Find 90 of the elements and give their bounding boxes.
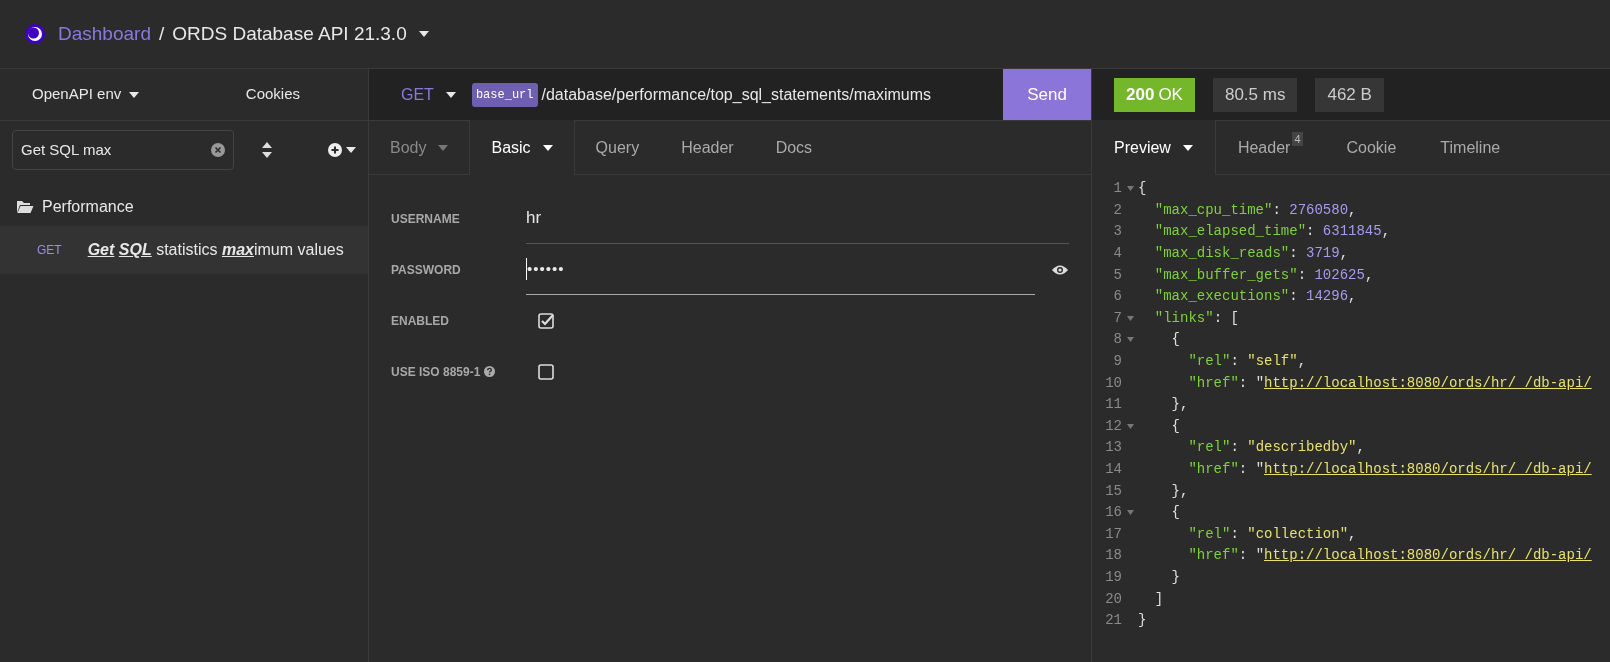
request-tab[interactable]: Docs <box>754 120 834 175</box>
line-number: 6 <box>1112 287 1122 307</box>
line-number: 15 <box>1104 481 1122 501</box>
line-number: 17 <box>1104 524 1122 544</box>
fold-icon[interactable] <box>1126 510 1134 516</box>
caret-icon <box>542 144 553 151</box>
response-tab[interactable]: Timeline <box>1418 120 1523 175</box>
line-number: 5 <box>1112 265 1122 285</box>
time-badge: 80.5 ms <box>1212 77 1298 112</box>
variable-tag[interactable]: base_url <box>471 82 538 107</box>
cookies-button[interactable]: Cookies <box>245 83 300 106</box>
code-line: "href": "http://localhost:8080/ords/hr/_/db-api/ <box>1187 460 1592 479</box>
clear-icon[interactable] <box>211 143 225 157</box>
response-tab[interactable]: Header 4 <box>1215 120 1325 175</box>
url-field[interactable]: /database/performance/top_sql_statements/maximums <box>537 82 1003 107</box>
line-number: 3 <box>1112 222 1122 242</box>
sort-icon[interactable] <box>262 142 272 158</box>
line-number: 11 <box>1104 395 1122 415</box>
checkbox[interactable] <box>538 312 554 329</box>
line-number: 1 <box>1112 179 1122 199</box>
code-line: } <box>1138 611 1147 631</box>
line-number: 8 <box>1112 330 1122 350</box>
eye-icon[interactable] <box>1051 263 1069 276</box>
add-icon[interactable] <box>328 143 342 157</box>
workspace-title[interactable]: ORDS Database API 21.3.0 <box>172 19 407 49</box>
username-field[interactable]: hr <box>526 193 1069 244</box>
line-number: 13 <box>1104 438 1122 458</box>
code-line: { <box>1138 179 1147 199</box>
code-line: "max_disk_reads": 3719, <box>1153 244 1349 264</box>
response-tab[interactable]: Preview <box>1092 120 1216 175</box>
request-tab[interactable]: Basic <box>469 120 575 175</box>
caret-icon <box>445 91 456 98</box>
line-number: 21 <box>1104 611 1122 631</box>
fold-icon[interactable] <box>1126 337 1134 343</box>
code-line: { <box>1170 503 1180 523</box>
code-line: "links": [ <box>1153 308 1239 328</box>
request-item[interactable]: GET Get SQL statistics maximum values <box>0 226 368 274</box>
checkbox[interactable] <box>538 363 554 380</box>
code-line: { <box>1170 416 1180 436</box>
caret-icon <box>418 31 429 37</box>
fold-icon[interactable] <box>1126 315 1134 321</box>
method-dropdown[interactable]: GET <box>369 82 472 107</box>
status-badge: 200 OK <box>1114 77 1195 112</box>
code-line: "max_executions": 14296, <box>1153 287 1357 307</box>
line-number: 20 <box>1104 589 1122 609</box>
code-line: "max_cpu_time": 2760580, <box>1153 200 1357 220</box>
line-number: 7 <box>1112 308 1122 328</box>
line-number: 14 <box>1104 460 1122 479</box>
field-label: ENABLED <box>391 312 449 330</box>
code-line: ] <box>1153 589 1164 609</box>
line-number: 19 <box>1104 568 1122 587</box>
filter-field[interactable]: Get SQL max <box>12 130 234 170</box>
size-badge: 462 B <box>1315 77 1384 112</box>
fold-icon[interactable] <box>1126 423 1134 429</box>
folder-row[interactable]: Performance <box>0 188 368 226</box>
code-line: }, <box>1170 481 1189 501</box>
field-label: USERNAME <box>391 210 460 228</box>
caret-icon <box>438 144 449 151</box>
code-line: "rel": "describedby", <box>1187 438 1365 458</box>
code-line: "max_elapsed_time": 6311845, <box>1153 222 1391 242</box>
code-line: }, <box>1170 395 1189 415</box>
field-label: USE ISO 8859-1 <box>391 363 481 381</box>
logo-icon <box>24 23 46 45</box>
password-field[interactable]: •••••• <box>526 244 1035 295</box>
line-number: 10 <box>1104 373 1122 393</box>
line-number: 4 <box>1112 244 1122 264</box>
code-line: "href": "http://localhost:8080/ords/hr/_/db-api/ <box>1187 373 1592 393</box>
response-tab[interactable]: Cookie <box>1324 120 1419 175</box>
code-line: "rel": "collection", <box>1187 524 1357 544</box>
code-line: { <box>1170 330 1180 350</box>
line-number: 12 <box>1104 416 1122 436</box>
code-line: } <box>1170 568 1180 587</box>
caret-icon <box>346 147 356 153</box>
code-line: "href": "http://localhost:8080/ords/hr/_/db-api/ <box>1187 546 1592 566</box>
line-number: 2 <box>1112 200 1122 220</box>
fold-icon[interactable] <box>1126 186 1134 192</box>
code-line: "rel": "self", <box>1187 352 1307 372</box>
line-number: 16 <box>1104 503 1122 523</box>
send-button[interactable]: Send <box>1003 69 1091 120</box>
breadcrumb-separator: / <box>158 21 165 46</box>
code-line: "max_buffer_gets": 102625, <box>1153 265 1374 285</box>
breadcrumb-link[interactable]: Dashboard <box>58 19 151 49</box>
environment-dropdown[interactable]: OpenAPI env <box>32 83 140 106</box>
field-label: PASSWORD <box>391 261 461 279</box>
line-number: 18 <box>1104 546 1122 566</box>
caret-icon <box>1182 144 1193 151</box>
line-number: 9 <box>1112 352 1122 372</box>
request-tab[interactable]: Header <box>660 120 755 175</box>
caret-icon <box>129 91 140 98</box>
request-tab[interactable]: Query <box>574 120 661 175</box>
